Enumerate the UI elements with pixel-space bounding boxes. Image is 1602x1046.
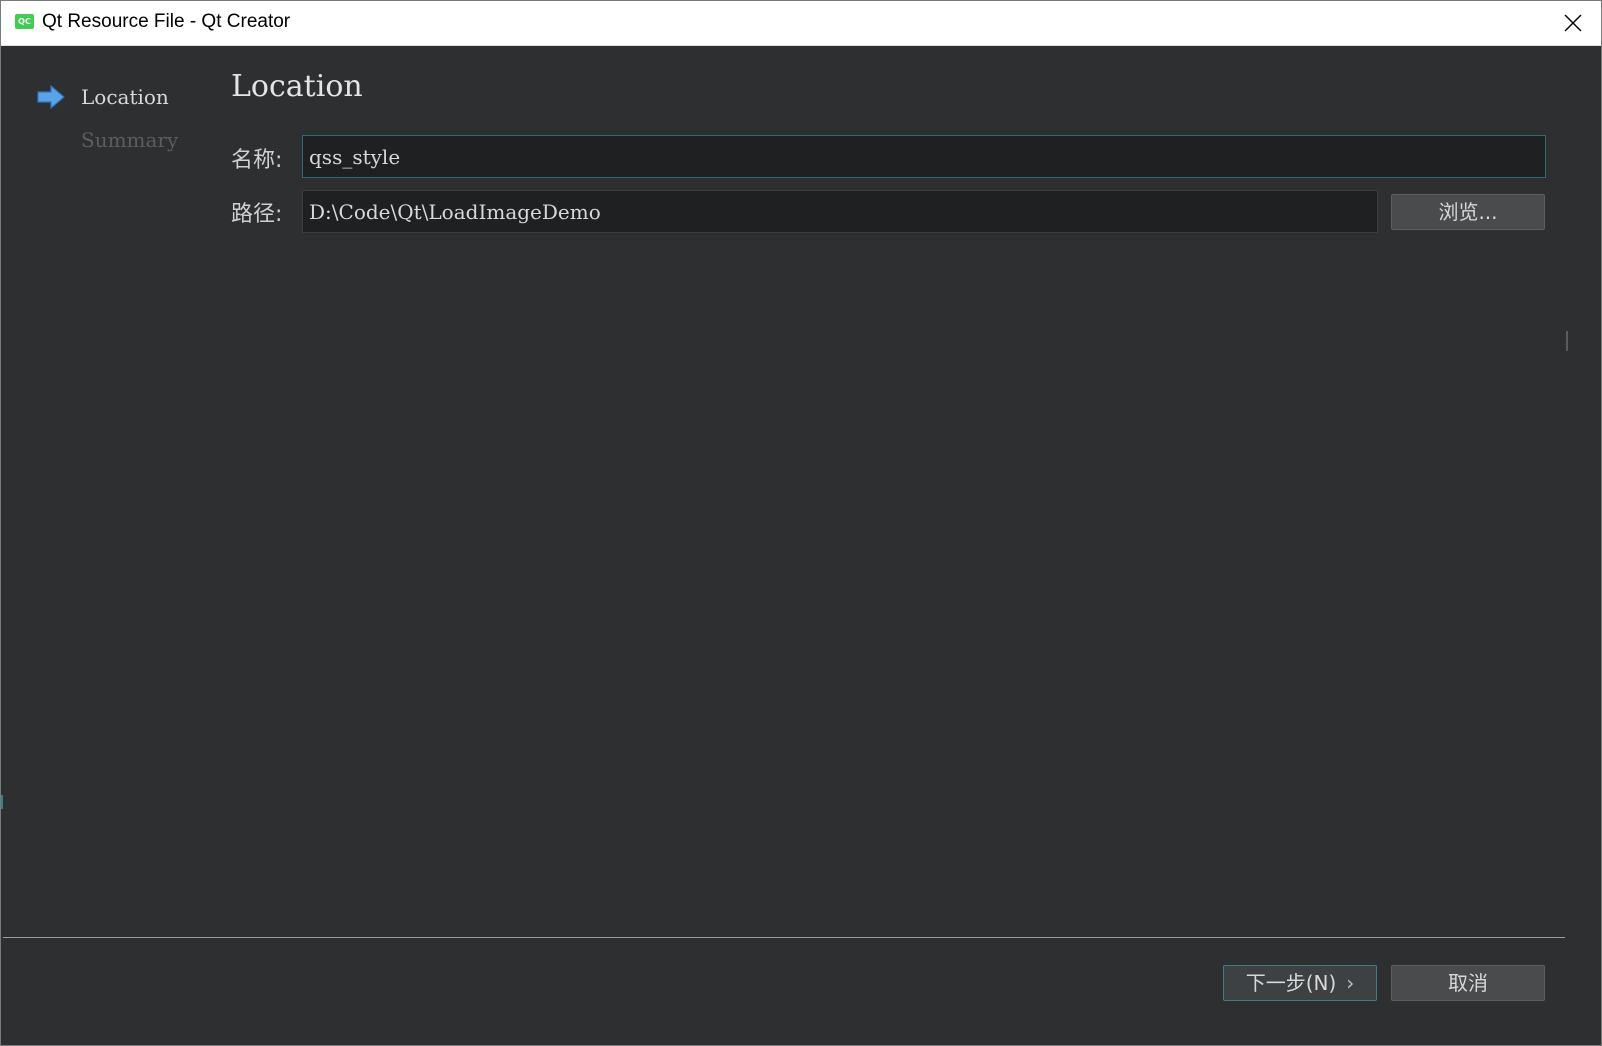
close-icon <box>1564 14 1582 32</box>
path-label: 路径: <box>231 202 283 227</box>
next-button[interactable]: 下一步(N) › <box>1223 965 1377 1001</box>
qt-creator-app-icon: QC <box>15 14 34 29</box>
resize-edge-marker <box>1 795 3 809</box>
resize-edge-marker <box>1566 331 1568 351</box>
wizard-steps-sidebar: Location Summary <box>1 46 201 926</box>
step-summary: Summary <box>81 128 179 152</box>
next-button-label: 下一步(N) <box>1245 971 1337 995</box>
cancel-button[interactable]: 取消 <box>1391 965 1545 1001</box>
current-step-arrow-icon <box>37 85 65 109</box>
window-title: Qt Resource File - Qt Creator <box>42 11 291 32</box>
step-location: Location <box>81 85 169 109</box>
name-input[interactable] <box>302 135 1546 178</box>
path-input[interactable] <box>302 190 1378 233</box>
browse-button[interactable]: 浏览... <box>1391 194 1545 230</box>
dialog-window: QC Qt Resource File - Qt Creator Locatio… <box>0 0 1602 1046</box>
name-label: 名称: <box>231 148 283 173</box>
close-button[interactable] <box>1545 1 1601 45</box>
chevron-right-icon: › <box>1346 971 1355 995</box>
title-bar[interactable]: QC Qt Resource File - Qt Creator <box>1 1 1601 46</box>
footer-divider <box>3 937 1565 938</box>
page-title: Location <box>231 69 363 104</box>
